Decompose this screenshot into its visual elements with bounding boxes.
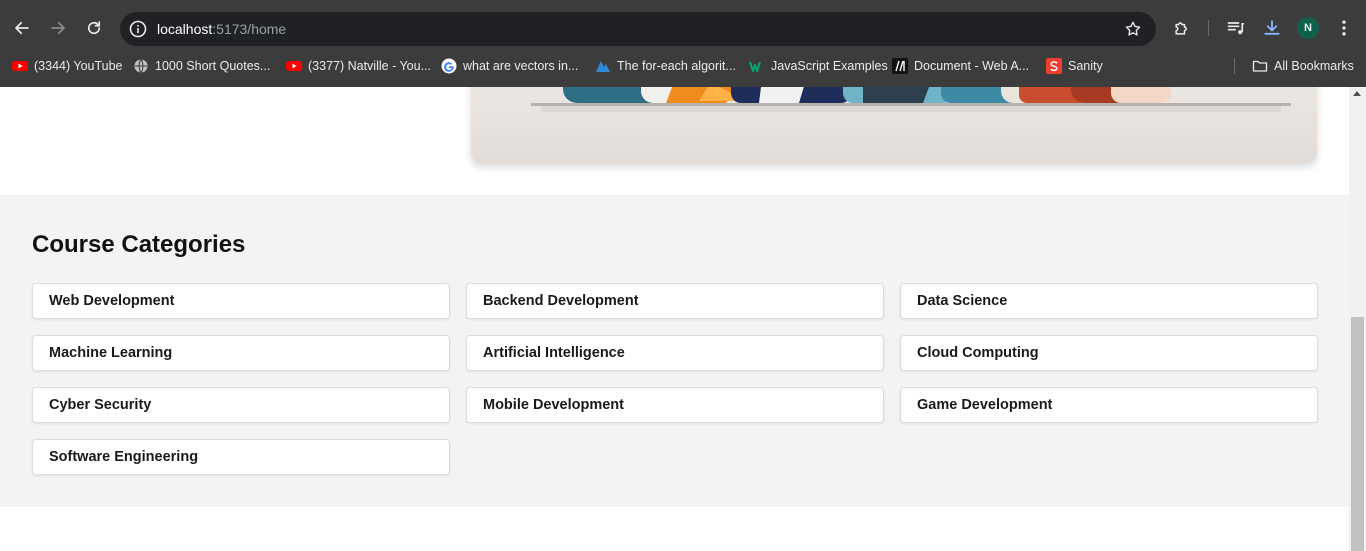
category-machine-learning[interactable]: Machine Learning	[32, 335, 450, 371]
category-cloud-computing[interactable]: Cloud Computing	[900, 335, 1318, 371]
category-web-development[interactable]: Web Development	[32, 283, 450, 319]
bookmark-sanity[interactable]: Sanity	[1046, 56, 1103, 76]
kebab-menu-icon	[1342, 20, 1346, 36]
bookmark-label: Document - Web A...	[914, 59, 1030, 73]
section-title: Course Categories	[32, 231, 246, 258]
forward-button[interactable]	[46, 16, 70, 40]
url-text: localhost:5173/home	[157, 12, 286, 46]
bookmark-mdn-document[interactable]: Document - Web A...	[892, 56, 1029, 76]
course-categories-section: Course Categories Web Development Backen…	[0, 195, 1349, 507]
bookmark-javascript-examples[interactable]: JavaScript Examples	[749, 56, 888, 76]
all-bookmarks-button[interactable]: All Bookmarks	[1252, 56, 1354, 76]
youtube-icon	[12, 58, 28, 74]
arrow-left-icon	[15, 21, 29, 35]
all-bookmarks-label: All Bookmarks	[1274, 59, 1354, 73]
globe-icon	[133, 58, 149, 74]
category-software-engineering[interactable]: Software Engineering	[32, 439, 450, 475]
toolbar-divider	[1208, 20, 1209, 36]
bookmark-for-each[interactable]: The for-each algorit...	[595, 56, 736, 76]
bookmark-star-icon[interactable]	[1124, 20, 1142, 38]
bookmark-short-quotes[interactable]: 1000 Short Quotes...	[133, 56, 270, 76]
reload-button[interactable]	[82, 16, 106, 40]
url-path: :5173/home	[212, 21, 287, 37]
scroll-up-arrow-icon[interactable]	[1353, 91, 1361, 96]
browser-menu-button[interactable]	[1334, 18, 1354, 38]
arrow-right-icon	[51, 21, 65, 35]
category-grid: Web Development Backend Development Data…	[32, 283, 1318, 475]
bookmark-label: Sanity	[1068, 59, 1103, 73]
bookmark-site-icon	[595, 58, 611, 74]
back-button[interactable]	[10, 16, 34, 40]
browser-toolbar: localhost:5173/home N	[0, 0, 1366, 56]
category-artificial-intelligence[interactable]: Artificial Intelligence	[466, 335, 884, 371]
category-backend-development[interactable]: Backend Development	[466, 283, 884, 319]
google-icon	[441, 58, 457, 74]
extensions-button[interactable]	[1172, 18, 1192, 38]
category-data-science[interactable]: Data Science	[900, 283, 1318, 319]
address-bar[interactable]: localhost:5173/home	[120, 12, 1156, 46]
mdn-icon	[892, 58, 908, 74]
site-info-icon[interactable]	[128, 19, 148, 39]
bookmarks-bar: (3344) YouTube 1000 Short Quotes... (337…	[0, 56, 1366, 87]
bookmark-youtube[interactable]: (3344) YouTube	[12, 56, 123, 76]
sanity-icon	[1046, 58, 1062, 74]
bookmark-label: (3344) YouTube	[34, 59, 123, 73]
category-mobile-development[interactable]: Mobile Development	[466, 387, 884, 423]
category-game-development[interactable]: Game Development	[900, 387, 1318, 423]
bookmark-label: what are vectors in...	[463, 59, 579, 73]
w3schools-icon	[749, 58, 765, 74]
scrollbar-thumb[interactable]	[1351, 317, 1364, 551]
books-illustration-image	[531, 87, 1291, 112]
downloads-button[interactable]	[1262, 18, 1282, 38]
bookmark-label: The for-each algorit...	[617, 59, 736, 73]
puzzle-icon	[1175, 22, 1187, 35]
youtube-icon	[286, 58, 302, 74]
category-cyber-security[interactable]: Cyber Security	[32, 387, 450, 423]
download-icon	[1264, 20, 1280, 35]
bookmark-vectors[interactable]: what are vectors in...	[441, 56, 578, 76]
bookmarks-divider	[1234, 58, 1235, 74]
bookmark-label: 1000 Short Quotes...	[155, 59, 271, 73]
playlist-music-icon	[1227, 22, 1244, 35]
media-controls-button[interactable]	[1226, 18, 1246, 38]
bookmark-label: JavaScript Examples	[771, 59, 888, 73]
folder-icon	[1252, 58, 1268, 74]
bookmark-natville[interactable]: (3377) Natville - You...	[286, 56, 431, 76]
hero-illustration	[471, 87, 1317, 163]
page-viewport: Course Categories Web Development Backen…	[0, 87, 1349, 551]
page-scrollbar[interactable]	[1349, 87, 1366, 551]
reload-icon	[87, 21, 101, 35]
profile-avatar[interactable]: N	[1297, 17, 1319, 39]
bookmark-label: (3377) Natville - You...	[308, 59, 431, 73]
url-host: localhost	[157, 21, 213, 37]
